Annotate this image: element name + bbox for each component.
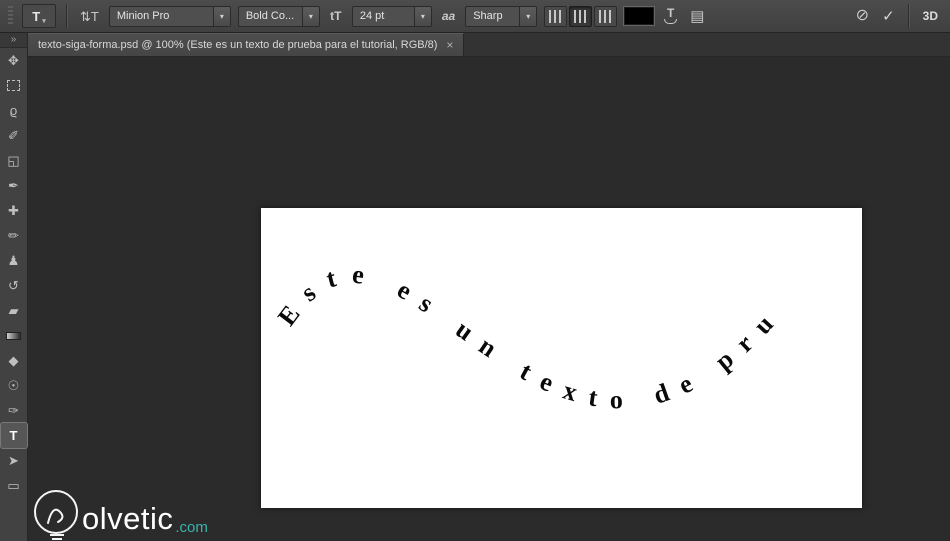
chevron-down-icon[interactable]: ▾ <box>413 6 431 26</box>
eraser-tool[interactable]: ▰ <box>1 298 27 323</box>
chevron-down-icon: ▾ <box>42 18 46 25</box>
font-family-value: Minion Pro <box>116 10 170 22</box>
clone-stamp-tool[interactable]: ♟ <box>1 248 27 273</box>
warp-text-icon: T <box>667 6 675 20</box>
healing-brush-tool[interactable]: ✚ <box>1 198 27 223</box>
dodge-tool[interactable]: ☉ <box>1 373 27 398</box>
align-right-icon <box>599 9 613 23</box>
options-bar: T ▾ ⇅T Minion Pro ▾ Bold Co... ▾ tT 24 p… <box>0 0 950 33</box>
type-tool-icon: T <box>32 8 41 24</box>
options-bar-grip[interactable] <box>8 6 13 26</box>
align-center-icon <box>574 9 588 23</box>
canvas-area[interactable]: Este es un texto de prueba <box>28 57 950 541</box>
align-center-button[interactable] <box>569 5 593 27</box>
toggle-panels-icon[interactable]: ▤ <box>687 7 707 26</box>
commit-edits-icon[interactable]: ✓ <box>879 7 898 26</box>
align-right-button[interactable] <box>594 5 618 27</box>
text-orientation-icon[interactable]: ⇅T <box>77 8 102 25</box>
toolbox: » ✥ ϱ ✐ ◱ ✒ ✚ ✏ ♟ ↺ ▰ ◆ ☉ ✑ T ➤ ▭ <box>0 33 28 541</box>
cancel-edits-icon[interactable]: ⊘ <box>853 6 872 26</box>
chevron-down-icon[interactable]: ▾ <box>519 6 537 26</box>
alignment-group <box>544 5 618 27</box>
3d-button[interactable]: 3D <box>919 9 942 23</box>
path-text-svg: Este es un texto de prueba <box>261 208 788 414</box>
close-icon[interactable]: × <box>446 39 453 51</box>
tool-preset-picker[interactable]: T ▾ <box>22 4 56 28</box>
rectangle-tool[interactable]: ▭ <box>1 473 27 498</box>
font-style-value: Bold Co... <box>245 10 295 22</box>
font-style-select[interactable]: Bold Co... ▾ <box>237 5 320 27</box>
text-color-swatch[interactable] <box>624 7 655 25</box>
font-size-icon: tT <box>330 9 342 23</box>
rectangular-marquee-tool-icon <box>7 80 20 91</box>
workspace: » ✥ ϱ ✐ ◱ ✒ ✚ ✏ ♟ ↺ ▰ ◆ ☉ ✑ T ➤ ▭ texto-siga-forma.psd … <box>0 33 950 541</box>
align-left-icon <box>549 9 563 23</box>
quick-selection-tool[interactable]: ✐ <box>1 123 27 148</box>
rectangular-marquee-tool[interactable] <box>1 73 27 98</box>
font-size-select[interactable]: 24 pt ▾ <box>351 5 432 27</box>
crop-tool[interactable]: ◱ <box>1 148 27 173</box>
history-brush-tool[interactable]: ↺ <box>1 273 27 298</box>
warp-text-button[interactable]: T <box>661 6 680 24</box>
chevron-down-icon[interactable]: ▾ <box>212 6 230 26</box>
separator <box>66 4 67 28</box>
move-tool[interactable]: ✥ <box>1 48 27 73</box>
document-tab[interactable]: texto-siga-forma.psd @ 100% (Este es un … <box>28 33 465 56</box>
toolbox-tools: ✥ ϱ ✐ ◱ ✒ ✚ ✏ ♟ ↺ ▰ ◆ ☉ ✑ T ➤ ▭ <box>0 48 28 498</box>
anti-alias-icon: aa <box>441 9 456 23</box>
document-column: texto-siga-forma.psd @ 100% (Este es un … <box>28 33 950 541</box>
document-tab-title: texto-siga-forma.psd @ 100% (Este es un … <box>38 39 438 51</box>
brush-tool[interactable]: ✏ <box>1 223 27 248</box>
font-size-value: 24 pt <box>359 10 385 22</box>
separator <box>907 4 909 28</box>
chevron-down-icon[interactable]: ▾ <box>301 6 319 26</box>
align-left-button[interactable] <box>544 5 568 27</box>
type-tool[interactable]: T <box>0 422 28 449</box>
anti-alias-select[interactable]: Sharp ▾ <box>465 5 538 27</box>
pen-tool[interactable]: ✑ <box>1 398 27 423</box>
anti-alias-value: Sharp <box>473 10 503 22</box>
lasso-tool[interactable]: ϱ <box>1 98 27 123</box>
path-selection-tool[interactable]: ➤ <box>1 448 27 473</box>
blur-tool[interactable]: ◆ <box>1 348 27 373</box>
document-canvas[interactable]: Este es un texto de prueba <box>261 208 862 508</box>
toolbox-collapse-icon[interactable]: » <box>0 33 27 48</box>
gradient-tool[interactable] <box>1 323 27 348</box>
path-text[interactable]: Este es un texto de prueba <box>261 208 788 414</box>
gradient-tool-icon <box>6 331 21 340</box>
eyedropper-tool[interactable]: ✒ <box>1 173 27 198</box>
warp-arc-icon <box>664 19 678 24</box>
font-family-select[interactable]: Minion Pro ▾ <box>108 5 231 27</box>
tab-bar: texto-siga-forma.psd @ 100% (Este es un … <box>28 33 950 57</box>
